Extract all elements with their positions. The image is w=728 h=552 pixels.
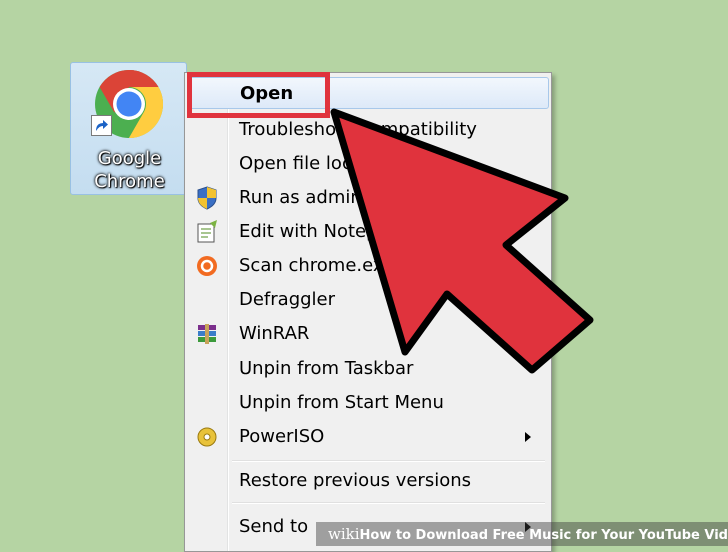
menu-item-label: Restore previous versions [239, 470, 472, 491]
menu-item-label: Troubleshoot compatibility [239, 119, 477, 140]
menu-item-unpin-from-start-menu[interactable]: Unpin from Start Menu [187, 387, 549, 419]
menu-item-troubleshoot-compatibility[interactable]: Troubleshoot compatibility [187, 114, 549, 146]
menu-item-winrar[interactable]: WinRAR [187, 318, 549, 350]
winrar-icon [198, 324, 216, 344]
submenu-arrow-icon [525, 432, 531, 442]
menu-separator [232, 460, 545, 462]
submenu-arrow-icon [525, 295, 531, 305]
menu-item-label: WinRAR [239, 323, 310, 344]
menu-item-defraggler[interactable]: Defraggler [187, 284, 549, 316]
menu-item-open-file-location[interactable]: Open file location [187, 148, 549, 180]
menu-item-label: Unpin from Start Menu [239, 392, 444, 413]
menu-item-edit-with-notepad[interactable]: Edit with Notepad++ [187, 216, 549, 248]
watermark-how: How [359, 528, 392, 543]
notepad-plus-plus-icon [197, 220, 217, 243]
menu-item-label: Open file location [239, 153, 398, 174]
menu-item-unpin-from-taskbar[interactable]: Unpin from Taskbar [187, 353, 549, 385]
menu-item-label: PowerISO [239, 426, 325, 447]
menu-item-poweriso[interactable]: PowerISO [187, 421, 549, 453]
highlight-box [187, 72, 330, 118]
watermark-wiki: wiki [328, 525, 360, 543]
uac-shield-icon [197, 186, 217, 210]
poweriso-icon [197, 427, 217, 447]
avast-icon [197, 256, 217, 276]
menu-item-label: Unpin from Taskbar [239, 358, 414, 379]
menu-item-restore-previous-versions[interactable]: Restore previous versions [187, 465, 549, 497]
menu-item-label: Send to [239, 516, 309, 537]
menu-item-scan-chrome[interactable]: Scan chrome.exe [187, 250, 549, 282]
desktop-icon-google-chrome[interactable]: Google Chrome [70, 62, 187, 195]
context-menu: Open Troubleshoot compatibility Open fil… [184, 72, 552, 552]
menu-item-label: Scan chrome.exe [239, 255, 395, 276]
menu-item-label: Run as administrator [239, 187, 428, 208]
menu-item-run-as-administrator[interactable]: Run as administrator [187, 182, 549, 214]
desktop-icon-label: Google Chrome [94, 148, 165, 192]
menu-item-label: Defraggler [239, 289, 336, 310]
menu-item-label: Edit with Notepad++ [239, 221, 431, 242]
menu-separator [232, 502, 545, 504]
watermark-title: to Download Free Music for Your YouTube … [391, 528, 728, 543]
watermark: wikiHow to Download Free Music for Your … [316, 522, 728, 546]
shortcut-arrow-icon [91, 115, 112, 136]
